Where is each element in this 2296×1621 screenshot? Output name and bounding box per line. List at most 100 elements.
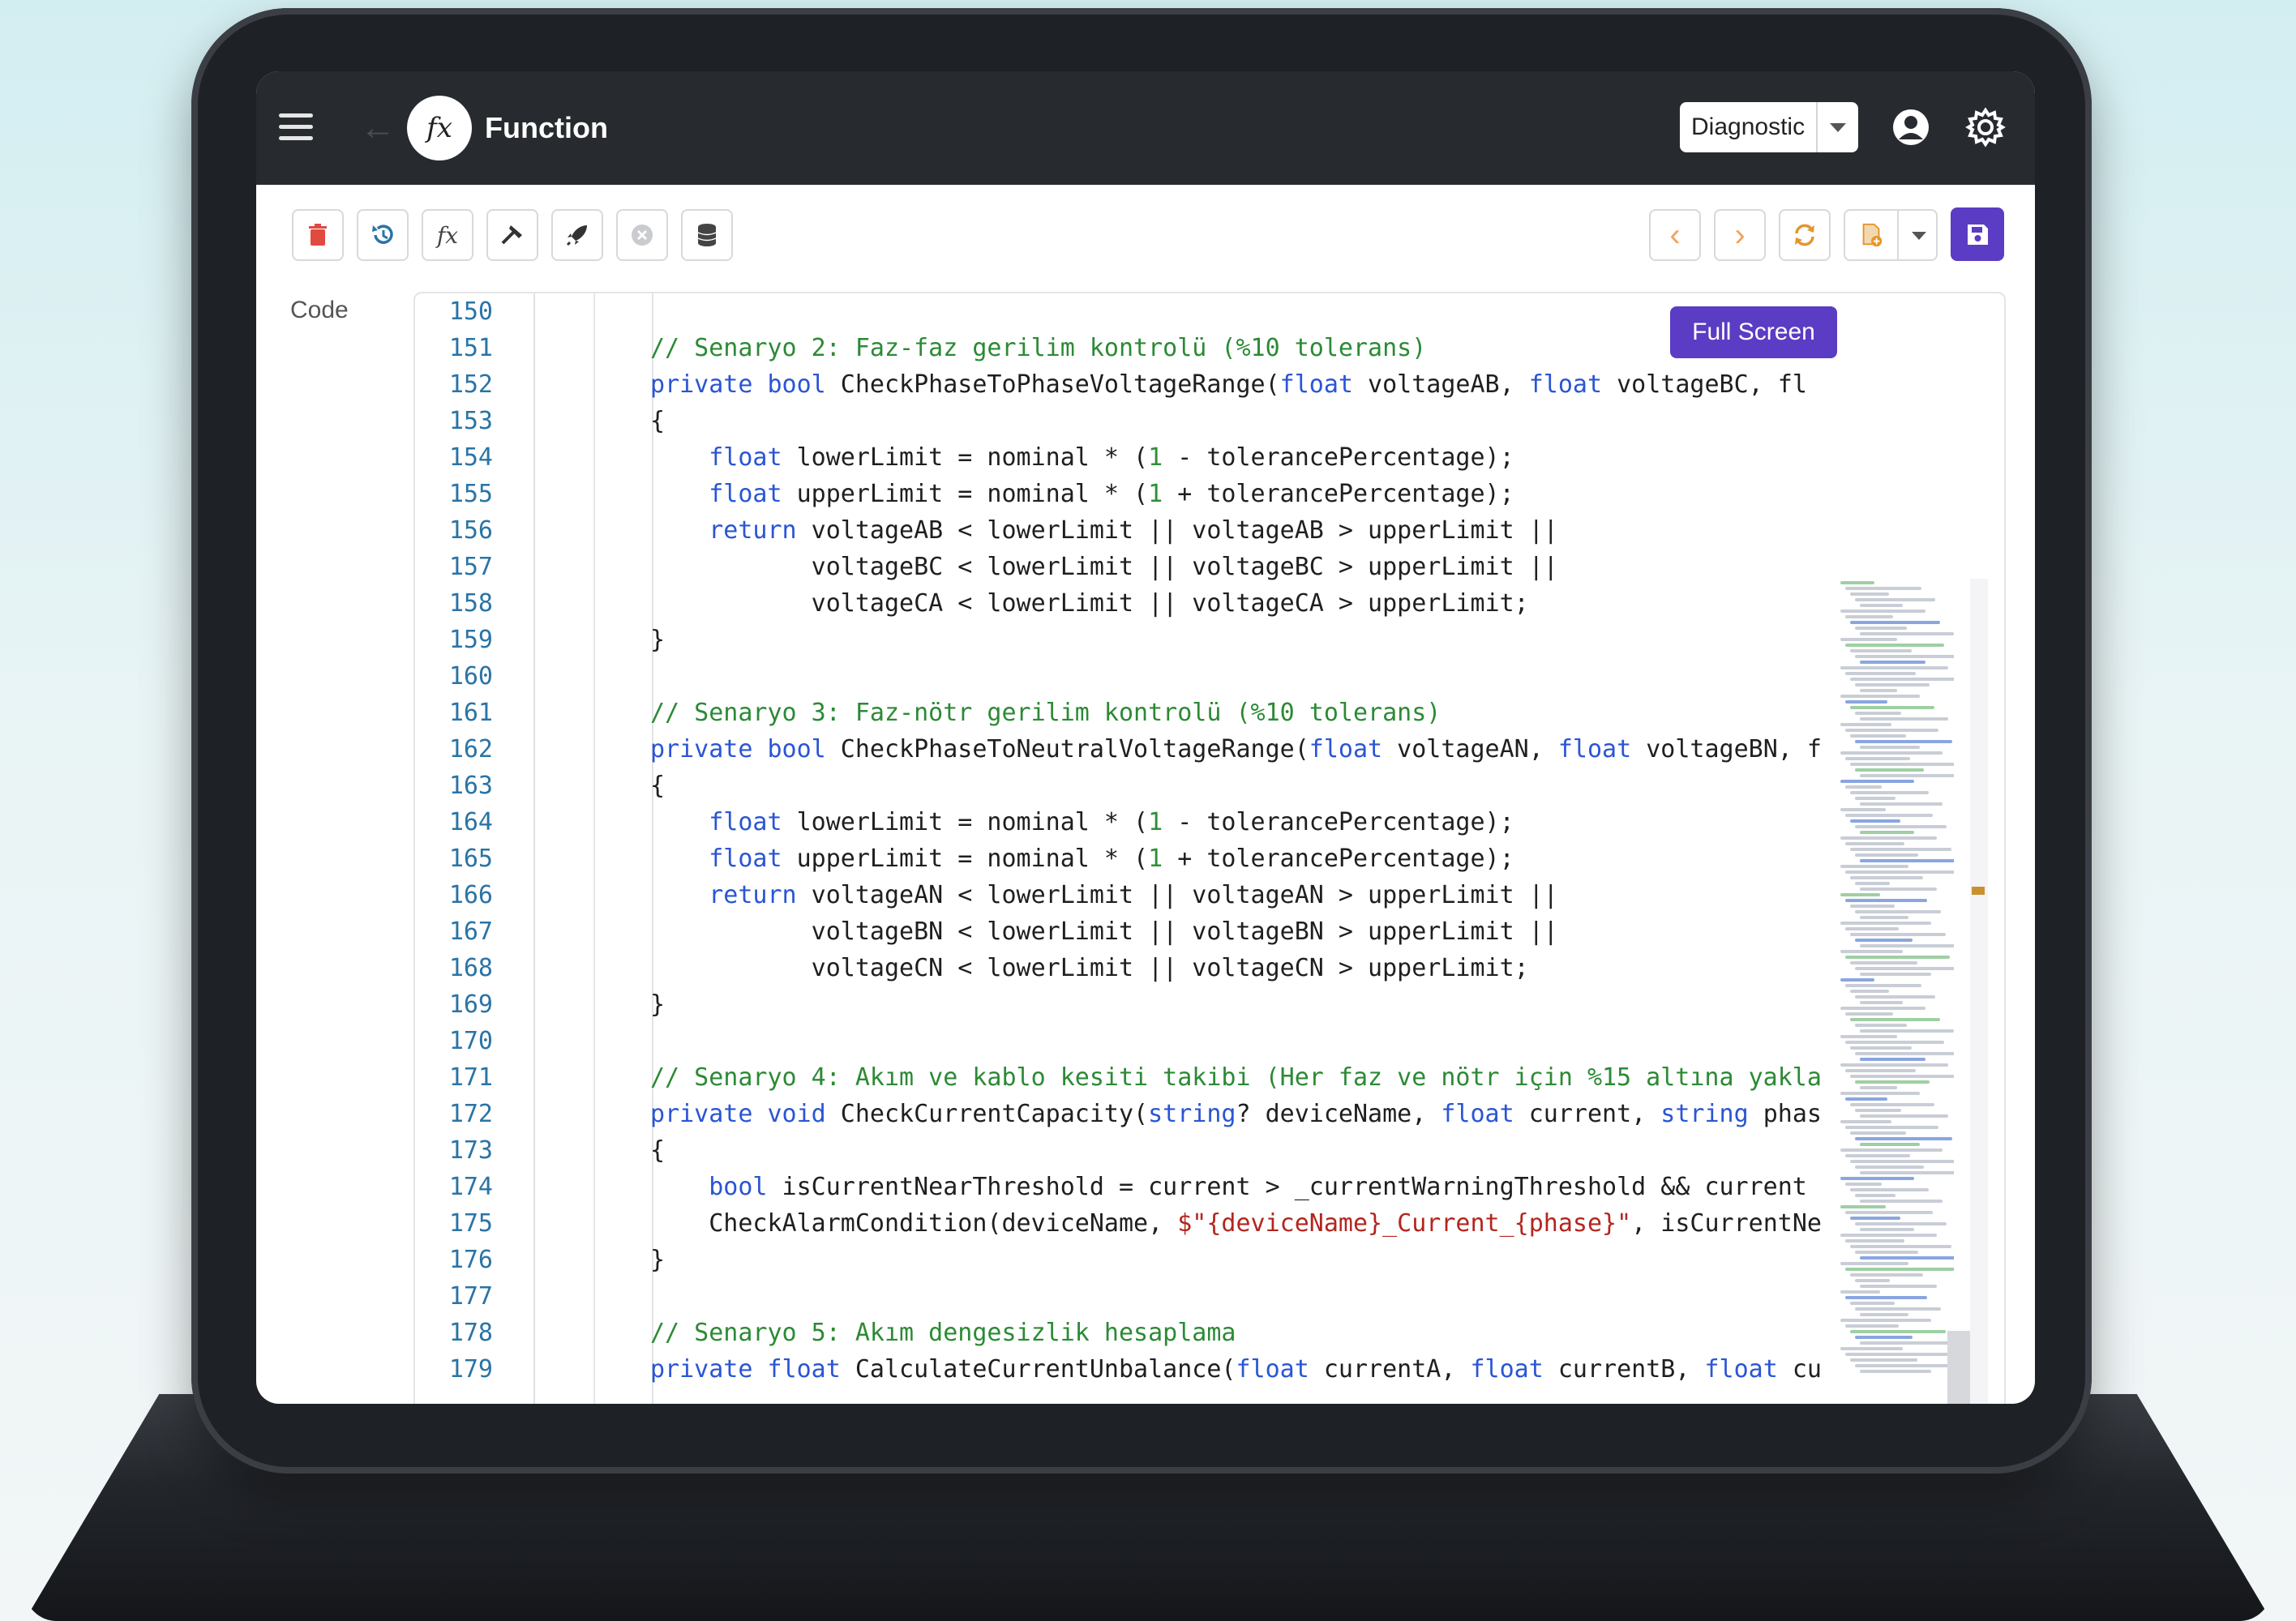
line-number: 162 — [448, 735, 493, 763]
code-line[interactable]: 170 — [415, 1023, 1793, 1059]
code-line[interactable]: 175 CheckAlarmCondition(deviceName, $"{d… — [415, 1205, 1822, 1242]
line-number: 175 — [448, 1209, 493, 1238]
code-text: float upperLimit = nominal * (1 + tolera… — [709, 845, 1514, 873]
code-line[interactable]: 169} — [415, 986, 1793, 1023]
minimap-line — [1840, 1234, 1937, 1237]
minimap-line — [1850, 961, 1917, 964]
minimap-line — [1845, 814, 1933, 817]
minimap-line — [1860, 774, 1954, 777]
minimap-line — [1860, 1001, 1904, 1004]
overview-marker — [1972, 887, 1985, 895]
minimap-line — [1860, 831, 1915, 834]
code-line[interactable]: 163 { — [415, 768, 1793, 804]
code-line[interactable]: 152 private bool CheckPhaseToPhaseVoltage… — [415, 366, 1807, 403]
minimap-line — [1860, 1285, 1938, 1288]
minimap-line — [1860, 859, 1954, 862]
code-line[interactable]: 172 private void CheckCurrentCapacity(str… — [415, 1096, 1822, 1132]
code-line[interactable]: 179 private float CalculateCurrentUnbalan… — [415, 1351, 1822, 1388]
minimap-line — [1855, 1194, 1896, 1197]
minimap-line — [1850, 1245, 1951, 1248]
code-text: float lowerLimit = nominal * (1 - tolera… — [709, 443, 1514, 472]
code-line[interactable]: 155 float upperLimit = nominal * (1 + to… — [415, 476, 1793, 512]
full-screen-button[interactable]: Full Screen — [1670, 306, 1837, 358]
minimap-line — [1855, 825, 1947, 828]
chevron-down-icon[interactable] — [1899, 211, 1936, 259]
code-line[interactable]: 166 return voltageAN < lowerLimit || vol… — [415, 877, 1793, 913]
save-button[interactable] — [1951, 207, 2004, 261]
code-line[interactable]: 159} — [415, 622, 1793, 658]
minimap-line — [1855, 1024, 1908, 1027]
refresh-icon — [1795, 224, 1814, 246]
code-line[interactable]: 160 — [415, 658, 1793, 695]
minimap-line — [1860, 1029, 1954, 1033]
chevron-down-icon[interactable] — [1816, 102, 1858, 152]
code-line[interactable]: 167 voltageBN < lowerLimit || voltageBN … — [415, 913, 1793, 950]
minimap-line — [1855, 627, 1908, 630]
code-text: voltageBC < lowerLimit || voltageBC > up… — [650, 553, 1558, 581]
code-minimap[interactable] — [1840, 579, 1954, 1404]
code-line[interactable]: 174 bool isCurrentNearThreshold = curren… — [415, 1169, 1807, 1205]
code-line[interactable]: 173 { — [415, 1132, 1793, 1169]
user-icon[interactable] — [1891, 107, 1931, 148]
top-navbar: ← fx Function Diagnostic — [256, 71, 2035, 185]
mode-select[interactable]: Diagnostic — [1680, 102, 1858, 152]
code-line[interactable]: 151 // Senaryo 2: Faz-faz gerilim kontrol… — [415, 330, 1793, 366]
minimap-line — [1855, 1109, 1902, 1112]
code-line[interactable]: 158 voltageCA < lowerLimit || voltageCA … — [415, 585, 1793, 622]
build-button[interactable] — [486, 209, 538, 261]
minimap-slider[interactable] — [1947, 1331, 1972, 1404]
minimap-line — [1840, 1177, 1914, 1180]
line-number: 168 — [448, 954, 493, 982]
code-line[interactable]: 157 voltageBC < lowerLimit || voltageBC … — [415, 549, 1793, 585]
add-file-button[interactable] — [1845, 211, 1899, 259]
code-line[interactable]: 162 private bool CheckPhaseToNeutralVolta… — [415, 731, 1822, 768]
delete-button[interactable] — [292, 209, 344, 261]
code-line[interactable]: 171 // Senaryo 4: Akım ve kablo kesiti ta… — [415, 1059, 1822, 1096]
hammer-icon — [501, 225, 522, 245]
minimap-line — [1860, 1058, 1926, 1061]
code-line[interactable]: 164 float lowerLimit = nominal * (1 - to… — [415, 804, 1793, 840]
minimap-line — [1850, 876, 1923, 879]
previous-button[interactable]: ‹ — [1649, 209, 1701, 261]
minimap-line — [1850, 1018, 1940, 1021]
menu-icon[interactable] — [279, 113, 313, 143]
minimap-line — [1855, 1336, 1913, 1339]
code-line[interactable]: 176} — [415, 1242, 1793, 1278]
minimap-line — [1840, 723, 1891, 726]
minimap-line — [1845, 644, 1944, 647]
code-editor[interactable]: 150 151 // Senaryo 2: Faz-faz gerilim kont… — [413, 292, 2006, 1404]
back-arrow-icon[interactable]: ← — [360, 107, 396, 149]
minimap-line — [1855, 1279, 1891, 1282]
next-button[interactable]: › — [1714, 209, 1766, 261]
gear-icon[interactable] — [1965, 107, 2006, 148]
database-icon — [697, 224, 717, 246]
code-line[interactable]: 161 // Senaryo 3: Faz-nötr gerilim kontro… — [415, 695, 1793, 731]
code-text: private void CheckCurrentCapacity(string… — [650, 1100, 1822, 1128]
code-line[interactable]: 165 float upperLimit = nominal * (1 + to… — [415, 840, 1793, 877]
database-button[interactable] — [681, 209, 733, 261]
minimap-line — [1855, 967, 1954, 970]
code-line[interactable]: 177 — [415, 1278, 1793, 1315]
overview-ruler[interactable] — [1970, 579, 1988, 1404]
code-line[interactable]: 168 voltageCN < lowerLimit || voltageCN … — [415, 950, 1793, 986]
code-line[interactable]: 153 { — [415, 403, 1793, 439]
undo-button[interactable] — [357, 209, 409, 261]
minimap-line — [1840, 1290, 1880, 1294]
minimap-line — [1855, 1307, 1942, 1311]
minimap-line — [1850, 734, 1906, 738]
function-button[interactable]: fx — [422, 209, 473, 261]
line-number: 176 — [448, 1246, 493, 1274]
cancel-button[interactable] — [616, 209, 668, 261]
line-number: 152 — [448, 370, 493, 399]
deploy-button[interactable] — [551, 209, 603, 261]
code-line[interactable]: 178 // Senaryo 5: Akım dengesizlik hesapl… — [415, 1315, 1793, 1351]
line-number: 174 — [448, 1173, 493, 1201]
code-line[interactable]: 156 return voltageAB < lowerLimit || vol… — [415, 512, 1793, 549]
minimap-line — [1850, 791, 1929, 794]
line-number: 165 — [448, 845, 493, 873]
add-file-split-button[interactable] — [1844, 209, 1938, 261]
refresh-button[interactable] — [1779, 209, 1831, 261]
code-line[interactable]: 154 float lowerLimit = nominal * (1 - to… — [415, 439, 1793, 476]
minimap-line — [1845, 1211, 1933, 1214]
code-line[interactable]: 150 — [415, 293, 1793, 330]
